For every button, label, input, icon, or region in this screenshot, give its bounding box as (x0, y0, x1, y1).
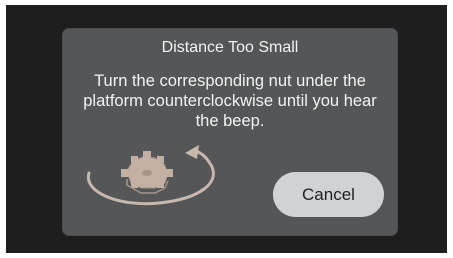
cancel-button[interactable]: Cancel (273, 172, 384, 217)
nut-rotate-counterclockwise-icon (86, 145, 215, 206)
device-screen: Distance Too Small Turn the correspondin… (6, 5, 447, 253)
dialog-message: Turn the corresponding nut under the pla… (83, 72, 377, 130)
distance-warning-dialog: Distance Too Small Turn the correspondin… (63, 29, 397, 235)
dialog-title: Distance Too Small (161, 39, 299, 56)
